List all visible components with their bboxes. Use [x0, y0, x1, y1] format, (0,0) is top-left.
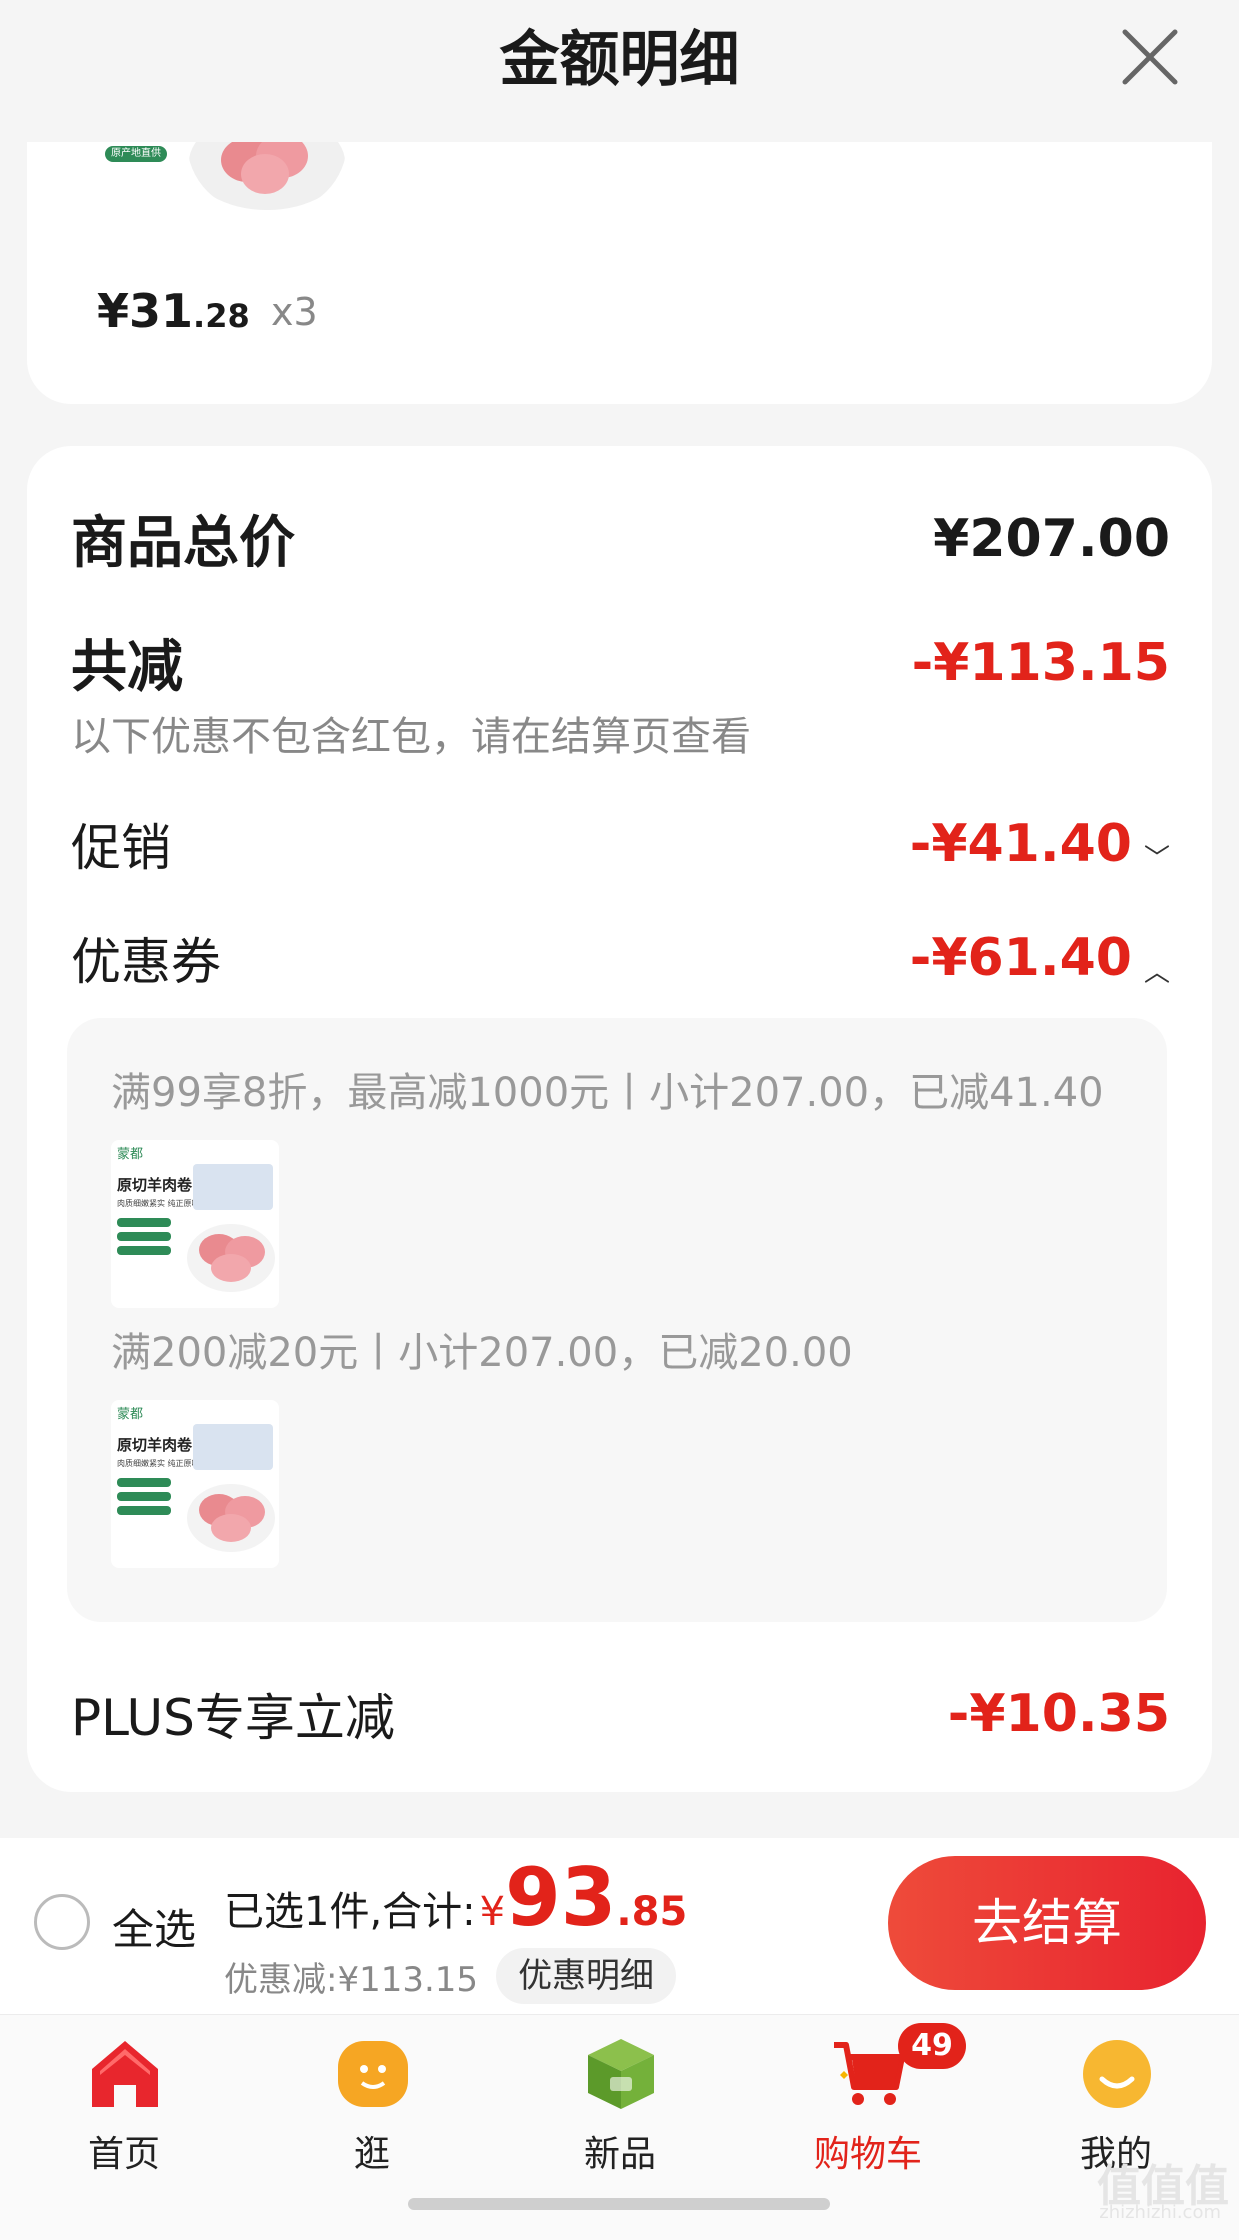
product-thumbnail[interactable]: 蒙都 原切羊肉卷 肉质细嫩紧实 纯正原味: [111, 1140, 279, 1308]
total-price-row: 商品总价 ¥207.00: [71, 498, 1170, 579]
origin-tag: 原产地直供: [105, 146, 167, 162]
page-title: 金额明细: [499, 25, 740, 95]
tab-cart[interactable]: 49 购物车: [778, 2023, 966, 2195]
watermark-url: zhizhizhi.com: [1099, 2202, 1221, 2223]
chevron-up-icon: ︿: [1143, 957, 1170, 988]
tab-stroll[interactable]: 逛: [282, 2035, 462, 2195]
selected-count-label: 已选1件,合计:: [224, 1889, 476, 1935]
profile-icon: [1083, 2040, 1151, 2108]
promo-value: -¥41.40: [909, 813, 1132, 874]
promo-row[interactable]: 促销 -¥41.40 ﹀: [71, 808, 1170, 880]
quantity: x3: [271, 290, 318, 334]
tab-label: 逛: [353, 2134, 390, 2175]
promo-label: 促销: [71, 819, 171, 877]
coupon-rule-2: 满200减20元丨小计207.00，已减20.00: [111, 1330, 853, 1376]
new-products-icon: [588, 2039, 654, 2109]
select-all-label[interactable]: 全选: [112, 1896, 196, 1957]
checkout-bar: 全选 已选1件,合计: ¥ 93 .85 优惠减:¥113.15 优惠明细 去结…: [0, 1838, 1239, 2014]
home-icon: [92, 2041, 158, 2107]
product-card: 原产地直供 ¥31.28 x3: [27, 142, 1212, 404]
currency-symbol: ¥: [479, 1889, 506, 1935]
svg-text:原切羊肉卷: 原切羊肉卷: [117, 1176, 193, 1194]
coupon-row[interactable]: 优惠券 -¥61.40 ︿: [71, 922, 1170, 994]
chevron-down-icon: ﹀: [1143, 843, 1170, 874]
brand-logo: 蒙都: [117, 1147, 143, 1162]
reduce-note: 以下优惠不包含红包，请在结算页查看: [71, 714, 751, 760]
product-thumbnail[interactable]: [187, 142, 347, 212]
unit-price: ¥31.28: [97, 284, 250, 338]
tab-label: 首页: [87, 2134, 160, 2175]
select-all-checkbox[interactable]: [34, 1894, 90, 1950]
tab-label: 新品: [583, 2134, 656, 2175]
product-thumbnail[interactable]: 蒙都 原切羊肉卷 肉质细嫩紧实 纯正原味: [111, 1400, 279, 1568]
coupon-rule-1: 满99享8折，最高减1000元丨小计207.00，已减41.40: [111, 1070, 1104, 1116]
svg-text:肉质细嫩紧实 纯正原味: 肉质细嫩紧实 纯正原味: [117, 1458, 200, 1468]
total-reduce-row: 共减 -¥113.15: [71, 622, 1170, 703]
discount-detail-button[interactable]: 优惠明细: [496, 1948, 677, 2004]
total-price-value: ¥207.00: [933, 508, 1170, 569]
tab-home[interactable]: 首页: [34, 2035, 214, 2195]
total-reduce-value: -¥113.15: [911, 632, 1170, 693]
home-indicator[interactable]: [408, 2198, 830, 2210]
total-reduce-label: 共减: [71, 635, 183, 700]
coupon-detail-panel: 满99享8折，最高减1000元丨小计207.00，已减41.40 蒙都 原切羊肉…: [67, 1018, 1167, 1622]
cart-badge: 49: [898, 2023, 966, 2069]
total-amount-int: 93: [505, 1851, 617, 1944]
plus-reduce-row: PLUS专享立减 -¥10.35: [71, 1678, 1170, 1750]
discount-summary: 优惠减:¥113.15 优惠明细: [224, 1948, 677, 2004]
plus-reduce-value: -¥10.35: [947, 1684, 1170, 1744]
total-price-label: 商品总价: [71, 511, 295, 576]
close-icon[interactable]: [1117, 24, 1183, 90]
tab-label: 购物车: [813, 2134, 922, 2175]
svg-text:肉质细嫩紧实 纯正原味: 肉质细嫩紧实 纯正原味: [117, 1198, 200, 1208]
stroll-icon: [338, 2041, 408, 2107]
coupon-value: -¥61.40: [909, 927, 1132, 988]
amount-detail-card: 商品总价 ¥207.00 共减 -¥113.15 以下优惠不包含红包，请在结算页…: [27, 446, 1212, 1792]
brand-logo: 蒙都: [117, 1407, 143, 1422]
svg-text:原切羊肉卷: 原切羊肉卷: [117, 1436, 193, 1454]
total-amount-dec: .85: [616, 1889, 688, 1935]
tab-new-products[interactable]: 新品: [530, 2035, 710, 2195]
total-summary: 已选1件,合计: ¥ 93 .85: [224, 1858, 687, 1938]
header: 金额明细: [0, 0, 1239, 142]
plus-reduce-label: PLUS专享立减: [71, 1689, 395, 1747]
cart-icon: [834, 2042, 905, 2105]
checkout-button[interactable]: 去结算: [888, 1856, 1206, 1990]
coupon-label: 优惠券: [71, 933, 221, 991]
discount-amount: 优惠减:¥113.15: [224, 1959, 479, 2000]
